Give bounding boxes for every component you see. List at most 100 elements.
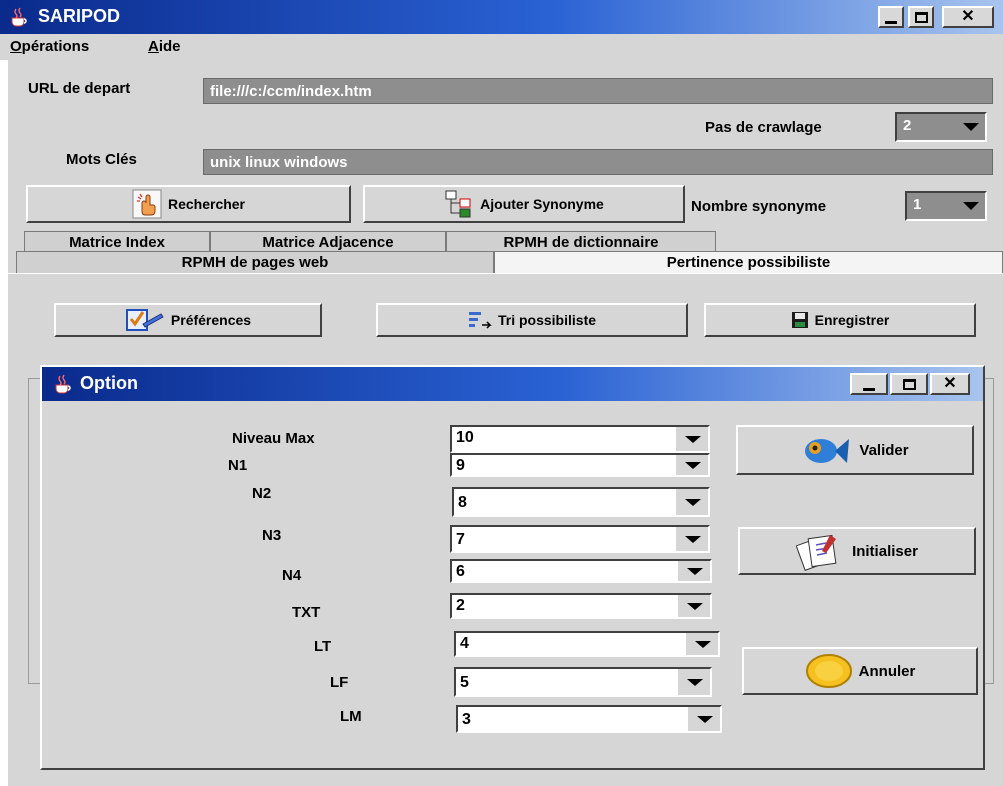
n3-label: N3: [262, 527, 282, 544]
chevron-down-icon: [676, 561, 710, 581]
close-button[interactable]: ✕: [942, 6, 994, 28]
chevron-down-icon: [674, 455, 708, 475]
menu-aide-mnemonic: A: [148, 38, 159, 55]
validate-label: Valider: [859, 441, 909, 459]
lf-select[interactable]: 5: [454, 667, 712, 697]
url-input[interactable]: file:///c:/ccm/index.htm: [203, 78, 993, 104]
menu-operations[interactable]: Opérations: [10, 38, 89, 55]
n4-label: N4: [282, 567, 302, 584]
n2-value: 8: [458, 494, 467, 511]
chevron-down-icon: [676, 595, 710, 617]
checklist-pencil-icon: [125, 309, 164, 331]
menu-bar: Opérations Aide: [0, 34, 1003, 60]
cancel-button[interactable]: Annuler: [742, 647, 978, 695]
lm-label: LM: [340, 708, 362, 725]
n3-select[interactable]: 7: [450, 525, 710, 553]
niveau-max-label: Niveau Max: [232, 430, 315, 447]
n4-select[interactable]: 6: [450, 559, 712, 583]
dialog-title: Option: [80, 373, 138, 393]
n2-label: N2: [252, 485, 272, 502]
crawl-value: 2: [903, 117, 912, 134]
floppy-disk-icon: [791, 312, 808, 328]
tab-matrice-adjacence[interactable]: Matrice Adjacence: [210, 231, 446, 253]
lt-value: 4: [460, 635, 469, 652]
menu-operations-rest: pérations: [21, 38, 90, 55]
close-icon: ✕: [961, 8, 975, 25]
lt-label: LT: [314, 638, 332, 655]
sort-label: Tri possibiliste: [497, 312, 597, 328]
n1-select[interactable]: 9: [450, 453, 710, 477]
menu-aide[interactable]: Aide: [148, 38, 181, 55]
maximize-icon: [902, 378, 916, 390]
dialog-maximize-button[interactable]: [890, 373, 928, 395]
crawl-label: Pas de crawlage: [705, 119, 822, 136]
preferences-button[interactable]: Préférences: [54, 303, 322, 337]
n4-value: 6: [456, 563, 465, 580]
lm-select[interactable]: 3: [456, 705, 722, 733]
chevron-down-icon: [674, 527, 708, 551]
n2-select[interactable]: 8: [452, 487, 710, 517]
sort-button[interactable]: Tri possibiliste: [376, 303, 688, 337]
add-synonym-label: Ajouter Synonyme: [480, 196, 604, 212]
save-button[interactable]: Enregistrer: [704, 303, 976, 337]
synonyms-label: Nombre synonyme: [691, 198, 827, 215]
save-label: Enregistrer: [814, 312, 890, 328]
minimize-icon: [863, 387, 875, 391]
dialog-close-button[interactable]: ✕: [930, 373, 970, 395]
n1-value: 9: [456, 457, 465, 474]
sort-icon: [468, 312, 492, 329]
minimize-button[interactable]: [878, 6, 904, 28]
keywords-input[interactable]: unix linux windows: [203, 149, 993, 175]
cancel-label: Annuler: [858, 662, 916, 680]
option-dialog: Option ✕ Niveau Max N1 N2 N3 N4 TXT LT L…: [40, 365, 985, 770]
chevron-down-icon: [674, 427, 708, 451]
dialog-title-bar: Option ✕: [42, 367, 983, 401]
reset-label: Initialiser: [852, 542, 918, 560]
txt-value: 2: [456, 597, 465, 614]
hand-cursor-icon: [132, 189, 162, 219]
niveau-max-value: 10: [456, 429, 474, 446]
chevron-down-icon: [684, 633, 718, 655]
lf-label: LF: [330, 674, 349, 691]
tab-pertinence-possibiliste[interactable]: Pertinence possibiliste: [494, 251, 1003, 273]
maximize-icon: [914, 11, 928, 23]
maximize-button[interactable]: [908, 6, 934, 28]
reset-button[interactable]: Initialiser: [738, 527, 976, 575]
title-bar: SARIPOD ✕: [0, 0, 1003, 34]
lt-select[interactable]: 4: [454, 631, 720, 657]
search-button-label: Rechercher: [167, 196, 246, 212]
dialog-minimize-button[interactable]: [850, 373, 888, 395]
cancel-circle-icon: [805, 654, 852, 688]
chevron-down-icon: [676, 669, 710, 695]
tab-rpmh-pages-web[interactable]: RPMH de pages web: [16, 251, 494, 273]
url-label: URL de depart: [28, 80, 131, 97]
synonyms-value: 1: [913, 196, 922, 213]
niveau-max-select[interactable]: 10: [450, 425, 710, 453]
crawl-select[interactable]: 2: [895, 112, 987, 142]
txt-label: TXT: [292, 604, 321, 621]
keywords-label: Mots Clés: [66, 151, 137, 168]
tab-rpmh-dictionnaire[interactable]: RPMH de dictionnaire: [446, 231, 716, 253]
chevron-down-icon: [674, 489, 708, 515]
txt-select[interactable]: 2: [450, 593, 712, 619]
add-synonym-button[interactable]: Ajouter Synonyme: [363, 185, 685, 223]
lm-value: 3: [462, 711, 471, 728]
menu-operations-mnemonic: O: [10, 38, 22, 55]
validate-button[interactable]: Valider: [736, 425, 974, 475]
tab-matrice-index[interactable]: Matrice Index: [24, 231, 210, 253]
synonyms-select[interactable]: 1: [905, 191, 987, 221]
fish-icon: [805, 439, 850, 463]
lf-value: 5: [460, 674, 469, 691]
n1-label: N1: [228, 457, 248, 474]
menu-aide-rest: ide: [158, 38, 181, 55]
chevron-down-icon: [963, 202, 979, 210]
chevron-down-icon: [686, 707, 720, 731]
java-cup-icon: [55, 374, 71, 394]
close-icon: ✕: [943, 375, 957, 392]
hierarchy-icon: [445, 190, 471, 218]
n3-value: 7: [456, 531, 465, 548]
java-cup-icon: [11, 7, 27, 27]
window-title: SARIPOD: [38, 6, 121, 26]
preferences-label: Préférences: [170, 312, 252, 328]
search-button[interactable]: Rechercher: [26, 185, 351, 223]
